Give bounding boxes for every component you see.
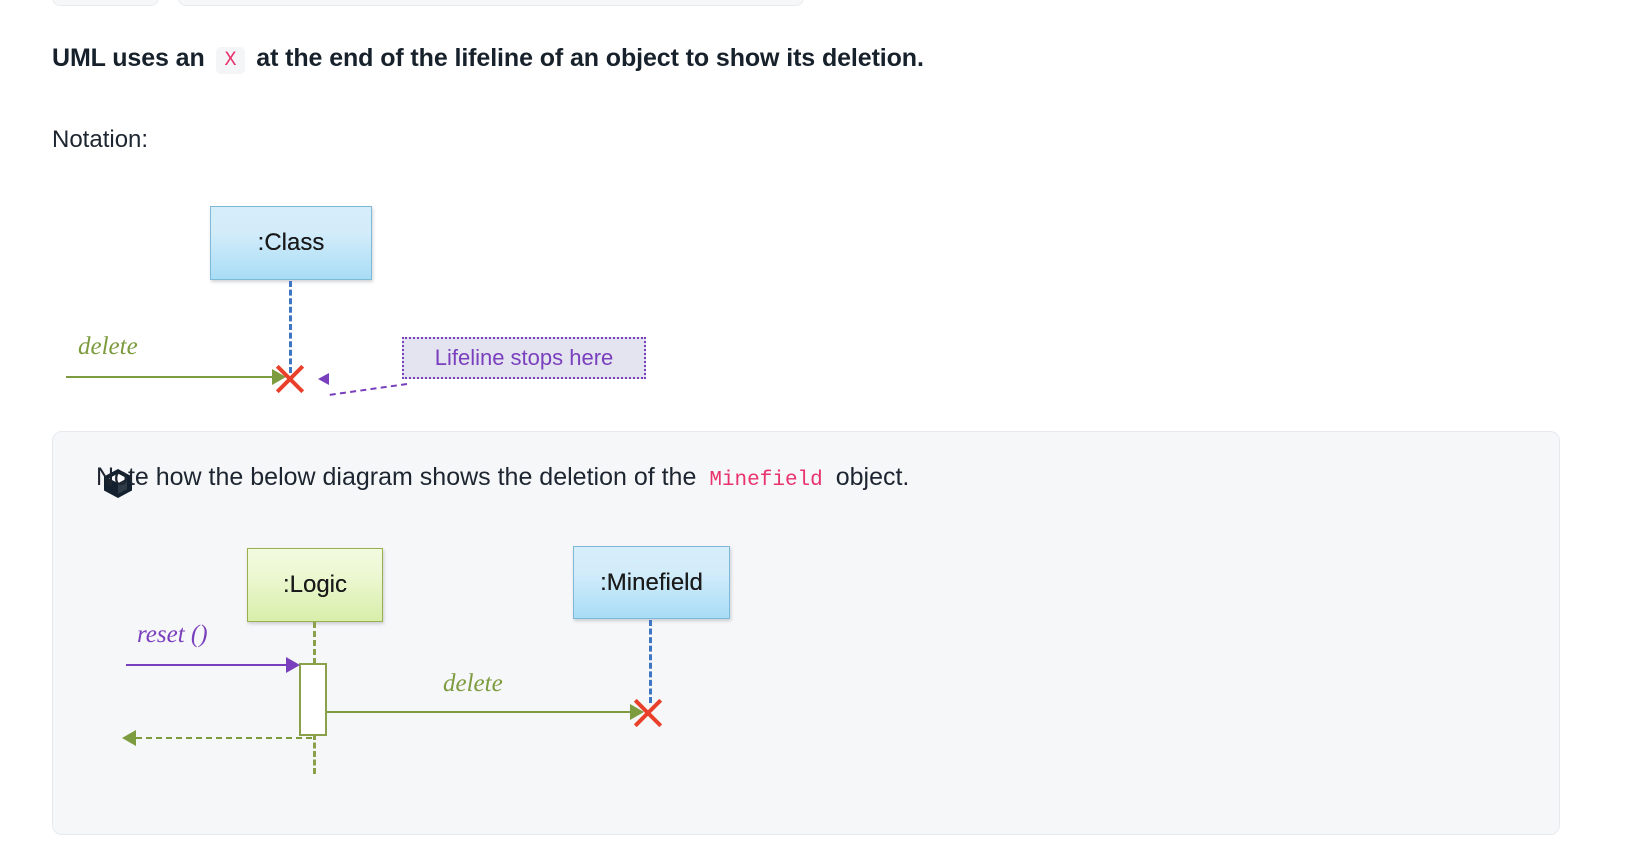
inline-code-minefield: Minefield: [709, 469, 823, 492]
lifeline-box-logic: :Logic: [247, 548, 383, 622]
lifeline-box-class-label: :Class: [257, 229, 325, 256]
notation-label: Notation:: [52, 126, 149, 153]
return-arrow-head: [122, 730, 136, 746]
page-root: UML uses an X at the end of the lifeline…: [0, 0, 1631, 868]
top-chip-wide[interactable]: [178, 0, 804, 6]
inline-code-x: X: [215, 47, 246, 74]
message-label-reset: reset (): [137, 621, 208, 648]
note-text-before: Note how the below diagram shows the del…: [96, 463, 697, 491]
message-arrow-reset-head: [286, 657, 300, 673]
destruction-x-marker-minefield: [630, 693, 666, 729]
lifeline-dashed-minefield: [649, 620, 652, 703]
callout-connector-head: [318, 373, 329, 385]
headline-text-before: UML uses an: [52, 44, 205, 72]
callout-lifeline-stops: Lifeline stops here: [402, 337, 646, 379]
callout-connector-line: [329, 383, 408, 396]
lifeline-dashed-logic-top: [313, 622, 316, 664]
lifeline-box-class: :Class: [210, 206, 372, 280]
note-text: Note how the below diagram shows the del…: [96, 463, 909, 492]
lifeline-box-logic-label: :Logic: [282, 571, 348, 598]
message-label-delete: delete: [78, 333, 138, 360]
lifeline-box-minefield-label: :Minefield: [600, 568, 703, 596]
activation-bar-logic: [299, 663, 327, 736]
message-arrow-delete-line: [66, 376, 274, 378]
top-cutoff-strip: [0, 0, 1631, 6]
message-label-delete-2: delete: [443, 670, 503, 697]
lifeline-dashed-logic-bottom: [313, 734, 316, 774]
message-arrow-reset-line: [126, 664, 288, 666]
top-chip-small[interactable]: [52, 0, 159, 6]
message-arrow-delete-2-line: [327, 711, 632, 713]
headline-text-after: at the end of the lifeline of an object …: [256, 44, 924, 72]
lifeline-box-minefield: :Minefield: [573, 546, 730, 619]
return-arrow-line: [136, 737, 312, 739]
page-title: UML uses an X at the end of the lifeline…: [52, 44, 924, 74]
destruction-x-marker-class: [272, 359, 308, 395]
note-text-after: object.: [835, 463, 910, 491]
callout-label: Lifeline stops here: [434, 345, 614, 370]
